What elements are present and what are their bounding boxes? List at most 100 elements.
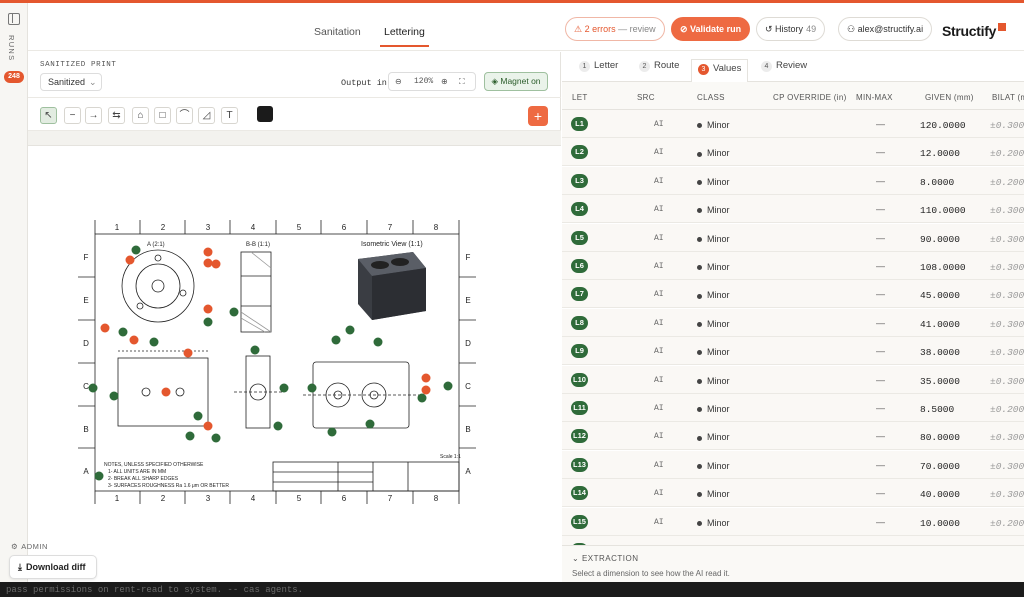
balloon-marker[interactable] [211, 259, 221, 269]
col-label: 5 [297, 223, 302, 232]
column-header[interactable]: CLASS [697, 93, 725, 102]
table-row[interactable]: L13 AI Minor — 70.0000 ±0.3000 [562, 450, 1024, 479]
view-select[interactable]: Sanitized ⌄ [40, 73, 102, 91]
table-row[interactable]: L12 AI Minor — 80.0000 ±0.3000 [562, 422, 1024, 451]
balloon-marker[interactable] [129, 335, 139, 345]
column-header[interactable]: SRC [637, 93, 655, 102]
balloon-marker[interactable] [109, 391, 119, 401]
balloon-marker[interactable] [229, 307, 239, 317]
tab-lettering[interactable]: Lettering [380, 26, 429, 47]
balloon-marker[interactable] [203, 421, 213, 431]
balloon-marker[interactable] [421, 373, 431, 383]
dimension-letter-badge: L4 [571, 202, 588, 217]
table-row[interactable]: L16AIMinor—5.0000±0.1000 [562, 536, 1024, 545]
column-header[interactable]: CP OVERRIDE (in) [773, 93, 847, 102]
runs-label[interactable]: RUNS [7, 35, 16, 61]
table-row[interactable]: L7 AI Minor — 45.0000 ±0.3000 [562, 280, 1024, 309]
extraction-header[interactable]: ⌄ EXTRACTION [572, 554, 639, 563]
color-swatch[interactable] [257, 106, 273, 122]
balloon-marker[interactable] [100, 323, 110, 333]
balloon-marker[interactable] [365, 419, 375, 429]
balloon-marker[interactable] [279, 383, 289, 393]
table-row[interactable]: L5 AI Minor — 90.0000 ±0.3000 [562, 223, 1024, 252]
column-header[interactable]: GIVEN (mm) [925, 93, 974, 102]
select-tool-icon[interactable]: ↖ [40, 107, 57, 124]
table-row[interactable]: L8 AI Minor — 41.0000 ±0.3000 [562, 308, 1024, 337]
balloon-marker[interactable] [149, 337, 159, 347]
balloon-marker[interactable] [203, 317, 213, 327]
drawing-canvas[interactable]: 1 2 3 4 5 6 7 8 1 2 3 4 5 6 7 8 F E D C … [28, 146, 561, 582]
balloon-marker[interactable] [161, 387, 171, 397]
table-row[interactable]: L9 AI Minor — 38.0000 ±0.3000 [562, 337, 1024, 366]
history-icon: ↺ [765, 24, 776, 34]
sidebar-toggle-icon[interactable] [8, 13, 20, 25]
tag-tool-icon[interactable]: ⌂ [132, 107, 149, 124]
table-row[interactable]: L2 AI Minor — 12.0000 ±0.2000 [562, 138, 1024, 167]
balloon-marker[interactable] [203, 258, 213, 268]
balloon-marker[interactable] [131, 245, 141, 255]
admin-label[interactable]: ⚙ ADMIN [11, 542, 48, 551]
table-row[interactable]: L3 AI Minor — 8.0000 ±0.2000 [562, 166, 1024, 195]
tab-sanitation[interactable]: Sanitation [314, 26, 361, 38]
tab-route[interactable]: 2 Route [639, 60, 679, 72]
balloon-marker[interactable] [421, 385, 431, 395]
balloon-marker[interactable] [331, 335, 341, 345]
balloon-marker[interactable] [250, 345, 260, 355]
admin-text: ADMIN [21, 542, 48, 551]
table-row[interactable]: L11 AI Minor — 8.5000 ±0.2000 [562, 394, 1024, 422]
balloon-marker[interactable] [94, 471, 104, 481]
table-row[interactable]: L15 AI Minor — 10.0000 ±0.2000 [562, 507, 1024, 536]
balloon-marker[interactable] [373, 337, 383, 347]
bilateral-tolerance-cell: ±0.2000 [990, 148, 1024, 160]
swap-tool-icon[interactable]: ⇆ [108, 107, 125, 124]
balloon-marker[interactable] [88, 383, 98, 393]
balloon-marker[interactable] [185, 431, 195, 441]
curve-tool-icon[interactable]: ⌒ [176, 107, 193, 124]
table-row[interactable]: L10 AI Minor — 35.0000 ±0.3000 [562, 365, 1024, 394]
column-header[interactable]: MIN-MAX [856, 93, 893, 102]
zoom-in-icon[interactable]: ⊕ [441, 77, 448, 86]
line-tool-icon[interactable]: − [64, 107, 81, 124]
balloon-marker[interactable] [345, 325, 355, 335]
add-button[interactable]: + [528, 106, 548, 126]
class-cell: Minor [697, 234, 730, 244]
magnet-toggle[interactable]: ◈ Magnet on [484, 72, 548, 91]
tab-review[interactable]: 4 Review [761, 60, 807, 72]
balloon-marker[interactable] [203, 304, 213, 314]
history-button[interactable]: ↺ History 49 [756, 17, 826, 41]
tab-values[interactable]: 3 Values [691, 59, 749, 82]
values-panel: 1 Letter 2 Route 3 Values 4 Review LET SRC C… [562, 52, 1024, 582]
rectangle-tool-icon[interactable]: □ [154, 107, 171, 124]
table-row[interactable]: L14 AI Minor — 40.0000 ±0.3000 [562, 479, 1024, 508]
column-header[interactable]: BILAT (m [992, 93, 1024, 102]
row-label-right: B [465, 425, 470, 434]
zoom-out-icon[interactable]: ⊖ [395, 77, 402, 86]
fit-screen-icon[interactable]: ⛶ [459, 77, 465, 87]
column-header[interactable]: LET [572, 93, 588, 102]
balloon-marker[interactable] [211, 433, 221, 443]
validate-run-button[interactable]: ⊘ Validate run [671, 17, 751, 41]
balloon-marker[interactable] [118, 327, 128, 337]
balloon-marker[interactable] [183, 348, 193, 358]
bilateral-tolerance-cell: ±0.2000 [990, 517, 1024, 529]
table-row[interactable]: L1 AI Minor — 120.0000 ±0.3000 [562, 110, 1024, 138]
dimension-letter-badge: L1 [571, 117, 588, 131]
balloon-marker[interactable] [193, 411, 203, 421]
errors-review-button[interactable]: ⚠ 2 errors — review [565, 17, 665, 41]
col-label-bottom: 7 [388, 494, 393, 503]
balloon-marker[interactable] [307, 383, 317, 393]
balloon-marker[interactable] [203, 247, 213, 257]
text-tool-icon[interactable]: T [221, 107, 238, 124]
balloon-marker[interactable] [443, 381, 453, 391]
table-row[interactable]: L6 AI Minor — 108.0000 ±0.3000 [562, 252, 1024, 280]
tab-letter[interactable]: 1 Letter [579, 60, 618, 72]
download-diff-button[interactable]: ⤓ Download diff [9, 555, 97, 579]
arrow-tool-icon[interactable]: → [85, 107, 102, 124]
balloon-marker[interactable] [273, 421, 283, 431]
user-menu-button[interactable]: ⚇ alex@structify.ai [838, 17, 933, 41]
table-row[interactable]: L4 AI Minor — 110.0000 ±0.3000 [562, 195, 1024, 224]
angle-tool-icon[interactable]: ◿ [198, 107, 215, 124]
balloon-marker[interactable] [327, 427, 337, 437]
balloon-marker[interactable] [417, 393, 427, 403]
balloon-marker[interactable] [125, 255, 135, 265]
